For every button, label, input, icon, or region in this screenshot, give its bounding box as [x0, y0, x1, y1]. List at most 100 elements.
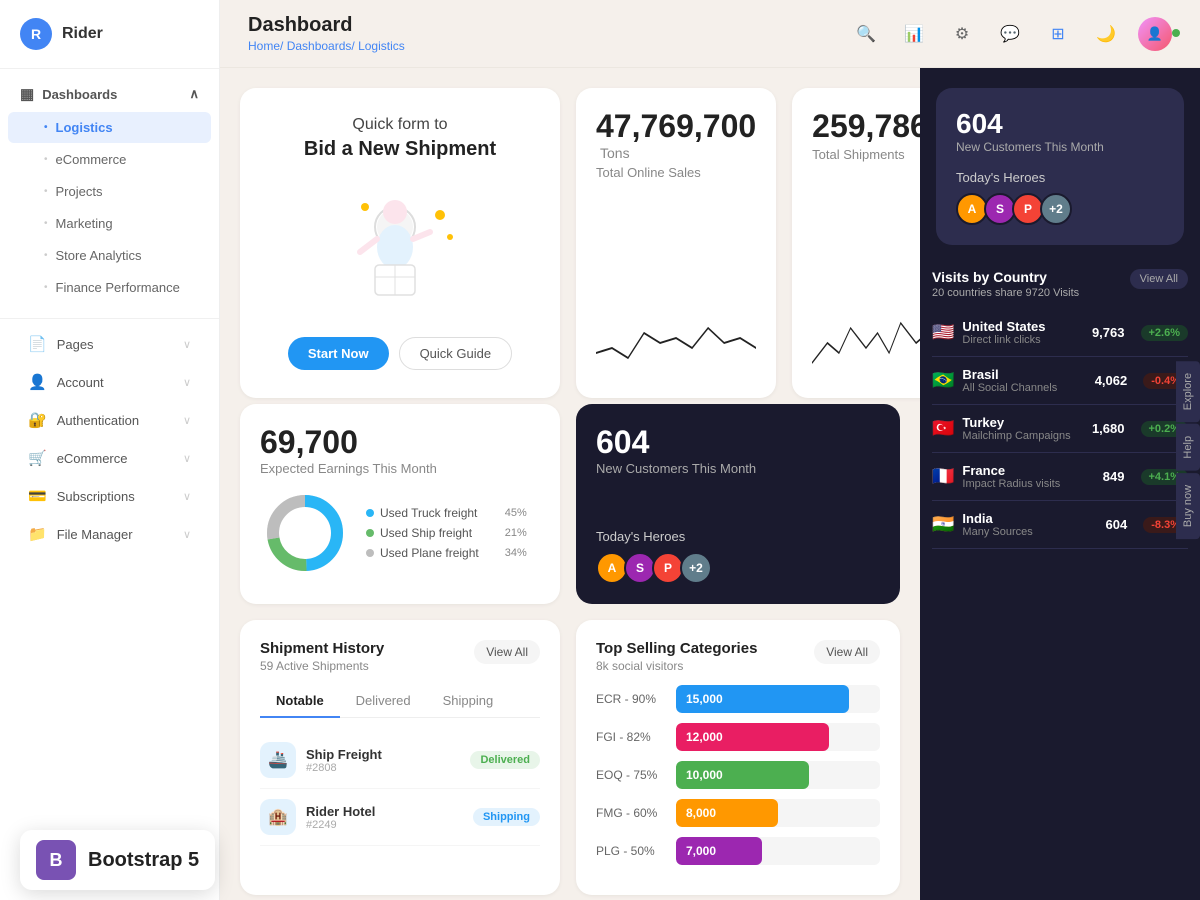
us-flag: 🇺🇸	[932, 322, 954, 343]
categories-title: Top Selling Categories	[596, 640, 757, 657]
app-name: Rider	[62, 25, 103, 43]
bar-fgi-fill: 12,000	[676, 723, 829, 751]
help-label[interactable]: Help	[1176, 424, 1200, 471]
content-area: Quick form to Bid a New Shipment	[220, 68, 1200, 900]
grid-icon[interactable]: ⊞	[1042, 18, 1074, 50]
br-flag: 🇧🇷	[932, 370, 954, 391]
account-icon: 👤	[28, 373, 47, 391]
bar-eoq-fill: 10,000	[676, 761, 809, 789]
sidebar-item-subscriptions[interactable]: 💳 Subscriptions ∨	[8, 478, 211, 514]
sidebar-item-projects[interactable]: Projects	[8, 176, 211, 207]
right-avatars: A S P +2	[956, 193, 1164, 225]
bar-ecr: ECR - 90% 15,000	[596, 685, 880, 713]
app-logo[interactable]: R Rider	[0, 0, 219, 69]
visits-view-all[interactable]: View All	[1130, 269, 1188, 289]
chevron-down-icon: ∨	[183, 528, 191, 541]
start-now-button[interactable]: Start Now	[288, 337, 389, 370]
sidebar-item-marketing[interactable]: Marketing	[8, 208, 211, 239]
sales-chart	[596, 313, 756, 378]
shipment-status-1: Delivered	[470, 751, 540, 769]
tab-delivered[interactable]: Delivered	[340, 685, 427, 718]
visits-section: Visits by Country 20 countries share 972…	[920, 257, 1200, 549]
country-fr: 🇫🇷 France Impact Radius visits 849 +4.1%	[932, 453, 1188, 501]
freight-breakdown: Used Truck freight 45% Used Ship freight…	[260, 488, 540, 578]
bar-ecr-track: 15,000	[676, 685, 880, 713]
right-customers-card: 604 New Customers This Month Today's Her…	[936, 88, 1184, 245]
bottom-row: Shipment History 59 Active Shipments Vie…	[240, 620, 900, 895]
sidebar-item-pages[interactable]: 📄 Pages ∨	[8, 326, 211, 362]
sidebar-item-store-analytics[interactable]: Store Analytics	[8, 240, 211, 271]
categories-view-all[interactable]: View All	[814, 640, 880, 664]
promo-buttons: Start Now Quick Guide	[288, 337, 512, 370]
categories-header: Top Selling Categories 8k social visitor…	[596, 640, 880, 673]
heroes-label: Today's Heroes	[596, 529, 880, 544]
dashboards-icon: ▦	[20, 85, 34, 103]
chevron-down-icon: ∨	[183, 414, 191, 427]
watermark: B Bootstrap 5	[20, 830, 215, 890]
shipment-tabs: Notable Delivered Shipping	[260, 685, 540, 718]
total-shipments-card: 259,786 Total Shipments	[792, 88, 920, 398]
earnings-value: 69,700	[260, 424, 540, 461]
dark-mode-toggle[interactable]: 🌙	[1090, 18, 1122, 50]
top-row: Quick form to Bid a New Shipment	[240, 88, 900, 388]
sidebar-item-ecommerce-nav[interactable]: 🛒 eCommerce ∨	[8, 440, 211, 476]
total-sales-card: 47,769,700 Tons Total Online Sales	[576, 88, 776, 398]
promo-illustration	[320, 187, 480, 317]
country-in: 🇮🇳 India Many Sources 604 -8.3%	[932, 501, 1188, 549]
country-br: 🇧🇷 Brasil All Social Channels 4,062 -0.4…	[932, 357, 1188, 405]
bar-fmg-label: FMG - 60%	[596, 806, 666, 820]
visits-subtitle: 20 countries share 9720 Visits	[932, 287, 1079, 299]
visits-header: Visits by Country 20 countries share 972…	[932, 269, 1188, 299]
chart-icon[interactable]: 📊	[898, 18, 930, 50]
shipment-info-1: Ship Freight #2808	[306, 747, 460, 774]
chevron-down-icon: ∨	[183, 338, 191, 351]
subscriptions-icon: 💳	[28, 487, 47, 505]
buy-now-label[interactable]: Buy now	[1176, 473, 1200, 539]
tr-flag: 🇹🇷	[932, 418, 954, 439]
total-sales-value: 47,769,700	[596, 108, 756, 144]
sidebar-item-finance[interactable]: Finance Performance	[8, 272, 211, 303]
bar-plg-fill: 7,000	[676, 837, 762, 865]
shipment-status-2: Shipping	[473, 808, 540, 826]
shipment-view-all[interactable]: View All	[474, 640, 540, 664]
search-icon[interactable]: 🔍	[850, 18, 882, 50]
country-list: 🇺🇸 United States Direct link clicks 9,76…	[932, 309, 1188, 549]
sidebar: R Rider ▦ Dashboards ∧ Logistics eCommer…	[0, 0, 220, 900]
shipments-value: 259,786	[812, 108, 920, 144]
quick-guide-button[interactable]: Quick Guide	[399, 337, 513, 370]
user-avatar[interactable]: 👤	[1138, 17, 1172, 51]
explore-label[interactable]: Explore	[1176, 361, 1200, 422]
shipment-item-2: 🏨 Rider Hotel #2249 Shipping	[260, 789, 540, 846]
ecommerce-icon: 🛒	[28, 449, 47, 467]
shipment-item-1: 🚢 Ship Freight #2808 Delivered	[260, 732, 540, 789]
bar-ecr-fill: 15,000	[676, 685, 849, 713]
sidebar-item-ecommerce[interactable]: eCommerce	[8, 144, 211, 175]
country-tr: 🇹🇷 Turkey Mailchimp Campaigns 1,680 +0.2…	[932, 405, 1188, 453]
dashboards-group[interactable]: ▦ Dashboards ∧	[0, 77, 219, 111]
sidebar-item-files[interactable]: 📁 File Manager ∨	[8, 516, 211, 552]
fr-flag: 🇫🇷	[932, 466, 954, 487]
pages-icon: 📄	[28, 335, 47, 353]
bar-plg: PLG - 50% 7,000	[596, 837, 880, 865]
categories-card: Top Selling Categories 8k social visitor…	[576, 620, 900, 895]
total-sales-label: Total Online Sales	[596, 165, 756, 180]
sidebar-item-account[interactable]: 👤 Account ∨	[8, 364, 211, 400]
dashboards-section: ▦ Dashboards ∧ Logistics eCommerce Proje…	[0, 69, 219, 312]
notification-icon[interactable]: 💬	[994, 18, 1026, 50]
sidebar-item-auth[interactable]: 🔐 Authentication ∨	[8, 402, 211, 438]
files-icon: 📁	[28, 525, 47, 543]
right-sidebar: 604 New Customers This Month Today's Her…	[920, 68, 1200, 900]
header: Dashboard Home/ Dashboards/ Logistics 🔍 …	[220, 0, 1200, 68]
shipment-header: Shipment History 59 Active Shipments Vie…	[260, 640, 540, 673]
tab-notable[interactable]: Notable	[260, 685, 340, 718]
total-sales-header: 47,769,700 Tons	[596, 108, 756, 163]
tab-shipping[interactable]: Shipping	[427, 685, 510, 718]
bar-fmg-track: 8,000	[676, 799, 880, 827]
promo-card: Quick form to Bid a New Shipment	[240, 88, 560, 398]
settings-icon[interactable]: ⚙	[946, 18, 978, 50]
sidebar-item-logistics[interactable]: Logistics	[8, 112, 211, 143]
breadcrumb: Home/ Dashboards/ Logistics	[248, 39, 405, 53]
bar-ecr-label: ECR - 90%	[596, 692, 666, 706]
main-area: Dashboard Home/ Dashboards/ Logistics 🔍 …	[220, 0, 1200, 900]
customers-value: 604	[596, 424, 880, 461]
